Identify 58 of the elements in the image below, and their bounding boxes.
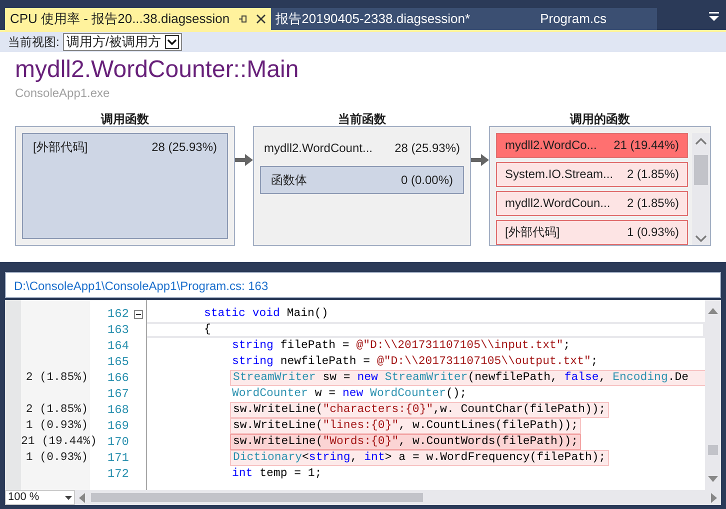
current-function: mydll2.WordCount... 28 (25.93%): [263, 140, 461, 157]
document-tab[interactable]: Program.cs: [475, 8, 657, 30]
function-title: mydll2.WordCounter::Main: [15, 56, 300, 84]
scroll-down-icon[interactable]: [695, 235, 707, 243]
scrollbar-thumb[interactable]: [708, 445, 718, 455]
arrow-icon: [471, 154, 489, 166]
caret-icon[interactable]: [65, 496, 72, 500]
document-tab[interactable]: 报告20190405-2338.diagsession*: [270, 8, 476, 30]
pin-icon[interactable]: [238, 14, 248, 24]
line-number: 166: [107, 371, 129, 385]
hit-count: 2 (1.85%): [26, 403, 88, 416]
column-heading: 当前函数: [337, 111, 387, 126]
arrow-icon: [235, 154, 253, 166]
scroll-down-icon[interactable]: [708, 476, 718, 482]
line-number: 172: [107, 467, 129, 481]
callee-item[interactable]: [外部代码] 1 (0.93%): [496, 220, 688, 245]
caller-item[interactable]: [外部代码] 28 (25.93%): [22, 133, 228, 239]
line-number: 171: [107, 451, 129, 465]
code-line: string filePath = @"D:\\201731107105\\input.txt";: [231, 338, 572, 354]
scrollbar-thumb[interactable]: [694, 155, 708, 185]
column-heading: 调用函数: [100, 111, 150, 126]
hit-count: 21 (19.44%): [21, 435, 97, 448]
callee-item[interactable]: mydll2.WordCo... 21 (19.44%): [496, 133, 688, 158]
code-line: string newfilePath = @"D:\\201731107105\\output.txt";: [231, 354, 599, 370]
line-number: 167: [107, 387, 129, 401]
zoom-dropdown[interactable]: 100 %: [5, 490, 75, 505]
line-number: 163: [107, 323, 129, 337]
code-line: static void Main(): [203, 306, 330, 322]
close-icon[interactable]: [256, 14, 266, 24]
scroll-right-icon[interactable]: [711, 492, 717, 502]
dropdown-icon[interactable]: [708, 12, 720, 22]
column-heading: 调用的函数: [568, 111, 631, 126]
line-number: 169: [107, 419, 129, 433]
scroll-up-icon[interactable]: [695, 137, 707, 145]
line-number: 170: [107, 435, 129, 449]
callee-item[interactable]: System.IO.Stream... 2 (1.85%): [496, 162, 688, 187]
code-line: WordCounter w = new WordCounter();: [231, 386, 468, 402]
line-number: 168: [107, 403, 129, 417]
code-line: {: [203, 324, 212, 336]
document-tab[interactable]: CPU 使用率 - 报告20...38.diagsession: [5, 8, 271, 30]
view-dropdown[interactable]: 调用方/被调用方: [63, 33, 182, 51]
function-body-item[interactable]: 函数体 0 (0.00%): [260, 166, 464, 194]
hit-count: 1 (0.93%): [26, 419, 88, 432]
collapse-icon[interactable]: [134, 310, 143, 318]
scroll-left-icon[interactable]: [79, 492, 85, 502]
line-number: 165: [107, 355, 129, 369]
module-name: ConsoleApp1.exe: [15, 85, 111, 102]
line-number: 162: [107, 307, 129, 321]
scrollbar-thumb[interactable]: [91, 493, 423, 502]
source-path-link[interactable]: D:\ConsoleApp1\ConsoleApp1\Program.cs: 163: [5, 272, 721, 298]
scroll-up-icon[interactable]: [708, 308, 718, 314]
hit-count: 1 (0.93%): [26, 451, 88, 464]
line-number: 164: [107, 339, 129, 353]
code-line: int temp = 1;: [231, 466, 323, 482]
caret-icon[interactable]: [164, 35, 179, 49]
hit-count: 2 (1.85%): [26, 371, 88, 384]
callee-item[interactable]: mydll2.WordCoun... 2 (1.85%): [496, 191, 688, 216]
view-label: 当前视图:: [8, 34, 60, 51]
